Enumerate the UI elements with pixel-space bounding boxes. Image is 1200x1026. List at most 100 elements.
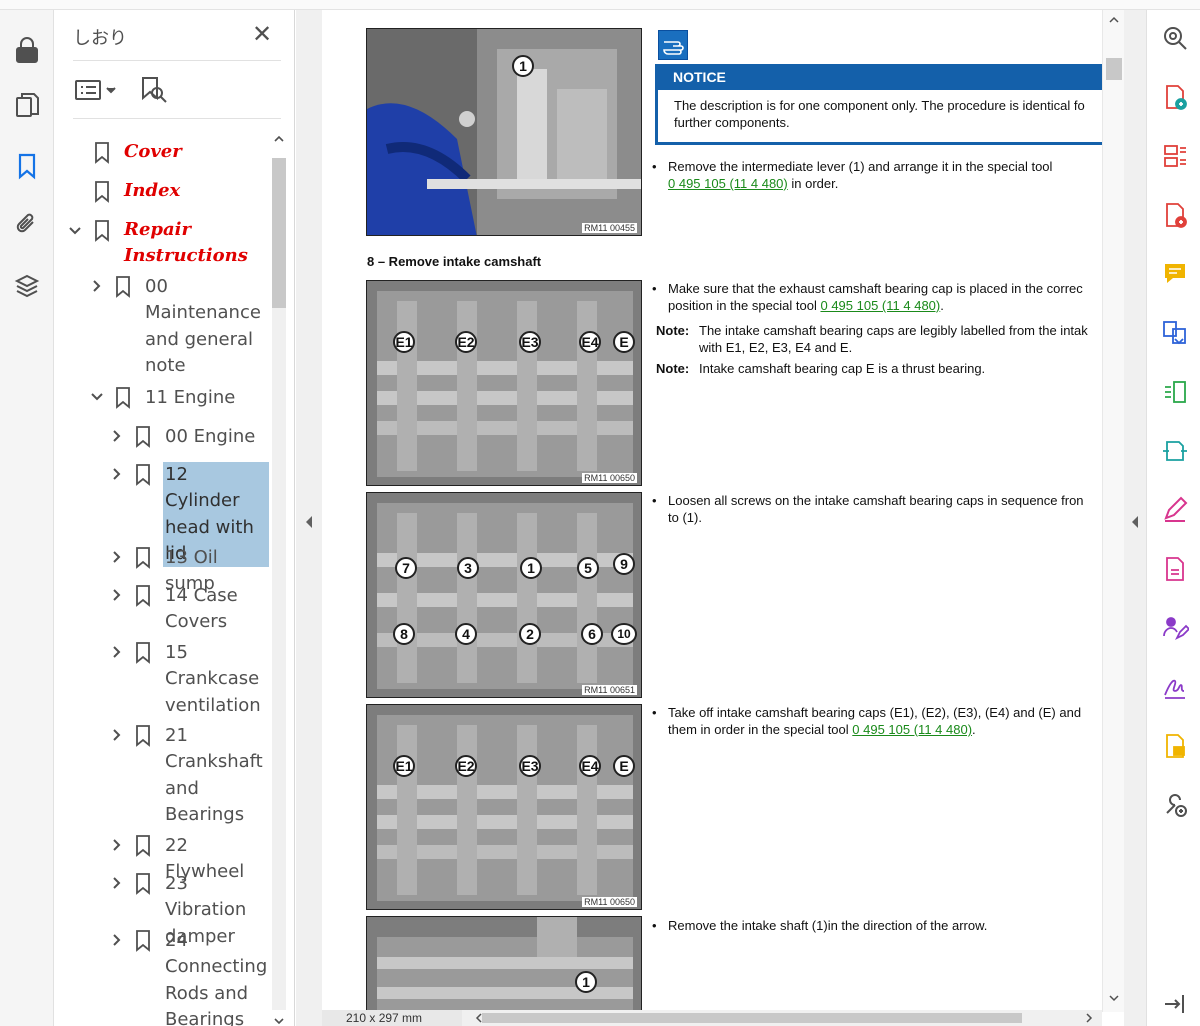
bookmark-index[interactable]: Index xyxy=(124,178,180,204)
close-icon[interactable]: ✕ xyxy=(250,23,274,48)
chevron-down-icon[interactable] xyxy=(67,223,83,239)
list-options-button[interactable] xyxy=(73,72,119,108)
tool-link[interactable]: 0 495 105 (11 4 480) xyxy=(852,722,972,737)
callout-label: 1 xyxy=(520,557,542,579)
callout-label: E2 xyxy=(455,331,477,353)
chevron-right-icon[interactable] xyxy=(109,727,125,743)
callout-label: 6 xyxy=(581,623,603,645)
callout-label: E xyxy=(613,755,635,777)
bookmark-21-crankshaft[interactable]: 21 Crankshaft and Bearings xyxy=(165,723,263,828)
chevron-up-icon[interactable] xyxy=(272,132,286,146)
organize-pages-icon[interactable] xyxy=(1159,140,1191,172)
figure-code: RM11 00650 xyxy=(582,473,637,483)
chevron-right-icon[interactable] xyxy=(109,644,125,660)
scroll-thumb[interactable] xyxy=(1106,58,1122,80)
bookmark-15-crankcase-ventilation[interactable]: 15 Crankcase ventilation xyxy=(165,640,261,719)
callout-label: 9 xyxy=(613,553,635,575)
label-line: 23 Vibration xyxy=(165,873,247,921)
layers-icon[interactable] xyxy=(9,268,45,304)
bookmark-icon xyxy=(135,930,151,952)
lock-icon[interactable] xyxy=(9,32,45,68)
comment-icon[interactable] xyxy=(1159,258,1191,290)
compress-icon[interactable] xyxy=(1159,376,1191,408)
tool-link[interactable]: 0 495 105 (11 4 480) xyxy=(820,298,940,313)
chevron-right-icon[interactable] xyxy=(109,837,125,853)
more-tools-icon[interactable] xyxy=(1159,789,1191,821)
find-bookmark-button[interactable] xyxy=(139,72,169,108)
figure-code: RM11 00651 xyxy=(582,685,637,695)
callout-label: E1 xyxy=(393,755,415,777)
bookmark-icon xyxy=(135,426,151,448)
document-icon[interactable] xyxy=(1159,553,1191,585)
scroll-thumb[interactable] xyxy=(272,158,286,308)
collapse-right-icon[interactable] xyxy=(1130,515,1140,529)
chevron-right-icon[interactable] xyxy=(1084,1013,1094,1023)
step-loosen-screws: Loosen all screws on the intake camshaft… xyxy=(668,492,1084,526)
step-check-bearing-cap: Make sure that the exhaust camshaft bear… xyxy=(668,280,1083,314)
panel-title: しおり xyxy=(73,28,127,49)
bookmark-maintenance[interactable]: 00 Maintenance and general note xyxy=(145,274,261,379)
bookmark-cover[interactable]: Cover xyxy=(124,139,182,165)
fill-sign-icon[interactable] xyxy=(1159,671,1191,703)
chevron-right-icon[interactable] xyxy=(109,932,125,948)
figure-remove-intake-shaft: 1 xyxy=(366,916,642,1010)
bookmark-00-engine[interactable]: 00 Engine xyxy=(165,424,255,450)
document-page: 1 RM11 00455 NOTICE The description is f… xyxy=(322,10,1102,1010)
collapse-left-icon[interactable] xyxy=(304,515,314,529)
bookmark-repair-instructions[interactable]: Repair Instructions xyxy=(124,217,248,270)
scroll-thumb[interactable] xyxy=(482,1013,1022,1023)
chevron-up-icon[interactable] xyxy=(1108,14,1120,26)
bookmark-11-engine[interactable]: 11 Engine xyxy=(145,385,235,411)
notice-title: NOTICE xyxy=(655,64,1102,90)
document-scrollbar[interactable] xyxy=(1102,10,1124,1012)
add-pdf-icon[interactable] xyxy=(1159,199,1191,231)
chevron-right-icon[interactable] xyxy=(89,278,105,294)
callout-label: E3 xyxy=(519,755,541,777)
tools-splitter[interactable] xyxy=(1124,10,1146,1026)
callout-label: 4 xyxy=(455,623,477,645)
chevron-down-icon[interactable] xyxy=(1108,992,1120,1004)
create-pdf-icon[interactable] xyxy=(1159,81,1191,113)
tool-link[interactable]: 0 495 105 (11 4 480) xyxy=(668,176,788,191)
callout-label: 2 xyxy=(519,623,541,645)
chevron-right-icon[interactable] xyxy=(109,466,125,482)
export-pdf-icon[interactable] xyxy=(1159,317,1191,349)
label-line: Bearings xyxy=(165,1008,245,1026)
chevron-left-icon[interactable] xyxy=(474,1013,484,1023)
notice-text: The description is for one component onl… xyxy=(674,98,1085,113)
label-line: Instructions xyxy=(124,245,248,267)
send-icon[interactable] xyxy=(1159,435,1191,467)
label-line: 00 xyxy=(145,276,168,297)
chevron-right-icon[interactable] xyxy=(109,549,125,565)
label-line: Repair xyxy=(124,219,191,240)
request-signature-icon[interactable] xyxy=(1159,612,1191,644)
pages-icon[interactable] xyxy=(9,88,45,124)
zoom-icon[interactable] xyxy=(1159,22,1191,54)
panel-splitter[interactable] xyxy=(296,10,322,1026)
bookmark-icon xyxy=(115,276,131,298)
edit-icon[interactable] xyxy=(1159,494,1191,526)
callout-label: 3 xyxy=(457,557,479,579)
step-text: them in order in the special tool xyxy=(668,722,853,737)
callout-label: 7 xyxy=(395,557,417,579)
bookmark-24-connecting-rods[interactable]: 24 Connecting Rods and Bearings xyxy=(165,928,267,1026)
chevron-right-icon[interactable] xyxy=(109,875,125,891)
chevron-right-icon[interactable] xyxy=(109,587,125,603)
collapse-icon[interactable] xyxy=(1159,988,1191,1020)
step-text: Take off intake camshaft bearing caps (E… xyxy=(668,705,1082,720)
figure-intermediate-lever: 1 RM11 00455 xyxy=(366,28,642,236)
bookmark-scrollbar[interactable] xyxy=(270,128,290,1026)
chevron-down-icon[interactable] xyxy=(89,389,105,405)
bookmark-icon xyxy=(135,642,151,664)
step-text: position in the special tool xyxy=(668,298,821,313)
callout-label: E4 xyxy=(579,755,601,777)
bookmark-14-case-covers[interactable]: 14 Case Covers xyxy=(165,583,238,636)
figure-take-off-caps: E1 E2 E3 E4 E RM11 00650 xyxy=(366,704,642,910)
chevron-right-icon[interactable] xyxy=(109,428,125,444)
bookmark-icon[interactable] xyxy=(9,148,45,184)
label-line: Crankcase xyxy=(165,668,260,690)
attachment-icon[interactable] xyxy=(9,206,45,242)
bookmark-icon xyxy=(135,547,151,569)
note-icon[interactable] xyxy=(1159,730,1191,762)
chevron-down-icon[interactable] xyxy=(272,1014,286,1026)
